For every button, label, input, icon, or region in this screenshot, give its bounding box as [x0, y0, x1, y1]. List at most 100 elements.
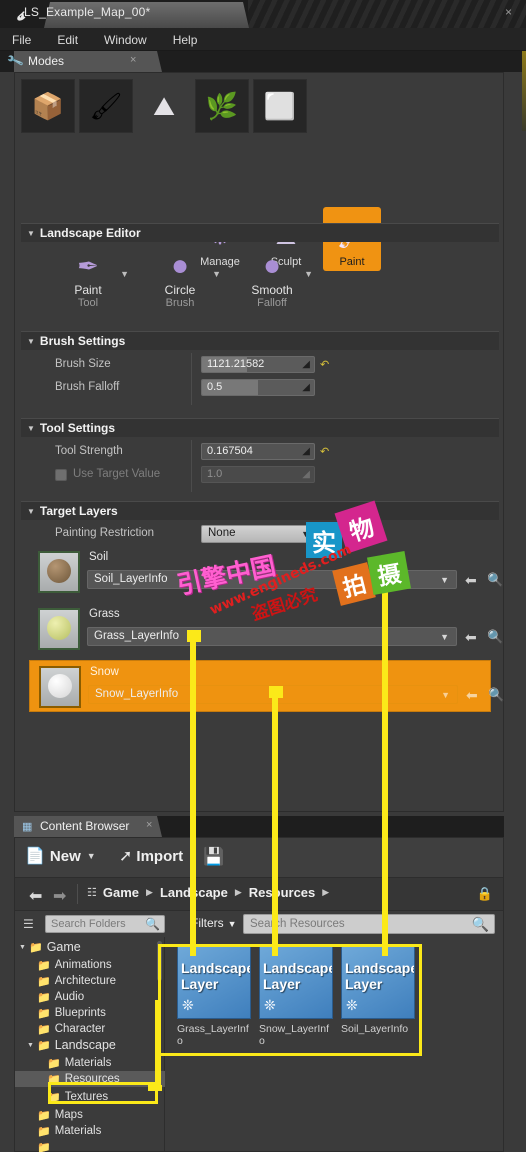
- brush-falloff-input[interactable]: 0.5 ◢: [201, 379, 315, 396]
- browse-icon[interactable]: 🔍: [487, 629, 503, 645]
- tree-item-landscape-materials[interactable]: 📁 Materials: [15, 1055, 165, 1071]
- toggle-sources-icon[interactable]: ☰: [23, 917, 34, 931]
- modes-tab-bar: 🔧 Modes ×: [0, 51, 526, 72]
- section-landscape-editor[interactable]: ▼ Landscape Editor: [21, 223, 499, 242]
- section-brush-settings-label: Brush Settings: [39, 334, 126, 348]
- target-layer-row-soil[interactable]: Soil Soil_LayerInfo ▼ ⬅ 🔍: [29, 546, 503, 598]
- menu-bar: File Edit Window Help: [0, 28, 526, 51]
- tree-item-materials[interactable]: 📁 Materials: [15, 1123, 165, 1139]
- layer-info-field[interactable]: Soil_LayerInfo ▼: [87, 570, 457, 589]
- lock-icon[interactable]: 🔒: [477, 886, 493, 902]
- section-target-layers[interactable]: ▼ Target Layers: [21, 501, 499, 520]
- sphere-preview: [48, 673, 72, 698]
- menu-item-window[interactable]: Window: [104, 33, 147, 47]
- tree-item-audio[interactable]: 📁 Audio: [15, 989, 165, 1005]
- tool-smooth-sublabel: Falloff: [257, 297, 287, 309]
- chevron-right-icon[interactable]: ▶: [146, 887, 153, 898]
- tool-smooth-falloff[interactable]: ● Smooth Falloff ▼: [241, 249, 313, 309]
- folder-icon: 📁: [37, 1023, 51, 1036]
- close-icon[interactable]: ×: [130, 54, 136, 66]
- brush-size-input[interactable]: 1121.21582 ◢: [201, 356, 315, 373]
- chevron-right-icon[interactable]: ▶: [322, 887, 329, 898]
- tree-item-character[interactable]: 📁 Character: [15, 1021, 165, 1037]
- cube-icon: ⬜: [263, 91, 297, 121]
- tree-item-architecture[interactable]: 📁 Architecture: [15, 973, 165, 989]
- chevron-down-icon: ▼: [27, 228, 35, 238]
- import-button[interactable]: ➚ Import: [119, 846, 183, 866]
- layer-info-value: Soil_LayerInfo: [94, 573, 168, 585]
- tree-item-partial[interactable]: 📁: [15, 1139, 165, 1152]
- tool-paint-label: Paint: [74, 283, 102, 297]
- breadcrumb-item-resources[interactable]: Resources: [249, 885, 315, 900]
- section-brush-settings[interactable]: ▼ Brush Settings: [21, 331, 499, 350]
- tree-item-label: Architecture: [54, 975, 117, 987]
- chevron-down-icon[interactable]: ▼: [120, 269, 129, 279]
- section-target-layers-label: Target Layers: [39, 504, 118, 518]
- mode-button-paint[interactable]: 🖌: [79, 79, 133, 133]
- reset-icon[interactable]: ↶: [320, 358, 329, 371]
- tool-circle-brush[interactable]: ● Circle Brush ▼: [149, 249, 221, 309]
- nav-forward-icon[interactable]: ➡: [53, 886, 66, 906]
- tool-strength-input[interactable]: 0.167504 ◢: [201, 443, 315, 460]
- chevron-down-icon[interactable]: ▼: [441, 690, 450, 700]
- painting-restriction-select[interactable]: None ▼: [201, 525, 317, 543]
- tree-item-animations[interactable]: 📁 Animations: [15, 957, 165, 973]
- browse-icon[interactable]: 🔍: [487, 572, 503, 588]
- tool-paint[interactable]: ✒ Paint Tool ▼: [57, 249, 129, 309]
- tree-item-maps[interactable]: 📁 Maps: [15, 1107, 165, 1123]
- tree-item-blueprints[interactable]: 📁 Blueprints: [15, 1005, 165, 1021]
- layer-info-field[interactable]: Grass_LayerInfo ▼: [87, 627, 457, 646]
- breadcrumb-item-game[interactable]: Game: [103, 885, 139, 900]
- chevron-down-icon[interactable]: ▼: [440, 632, 449, 642]
- modes-panel: 📦 🖌 ⛰ 🌿 ⬜ ⚙ Manage ⛰ Sculpt: [14, 72, 504, 812]
- chevron-down-icon[interactable]: ▼: [19, 944, 29, 951]
- row-use-target-value: Use Target Value 1.0 ◢: [21, 466, 499, 486]
- tree-item-landscape[interactable]: ▼ 📁 Landscape: [15, 1037, 165, 1053]
- chevron-down-icon[interactable]: ▼: [27, 1042, 37, 1049]
- spinner-icon[interactable]: ◢: [302, 359, 310, 370]
- close-icon[interactable]: ×: [146, 819, 152, 831]
- annotation-elbow-vertical: [155, 1000, 161, 1088]
- filters-button[interactable]: Filters ▼: [191, 916, 237, 930]
- mode-button-foliage[interactable]: 🌿: [195, 79, 249, 133]
- section-tool-settings-label: Tool Settings: [39, 421, 116, 435]
- annotation-line-soil: [382, 580, 388, 956]
- spinner-icon[interactable]: ◢: [302, 446, 310, 457]
- browse-icon[interactable]: 🔍: [488, 687, 504, 703]
- menu-item-edit[interactable]: Edit: [57, 33, 78, 47]
- breadcrumb: ☷ Game ▶ Landscape ▶ Resources ▶: [87, 885, 336, 900]
- spinner-icon[interactable]: ◢: [302, 382, 310, 393]
- search-icon: 🔍: [471, 916, 489, 932]
- mode-button-geometry[interactable]: ⬜: [253, 79, 307, 133]
- tree-item-game[interactable]: ▼ 📁 Game: [15, 939, 165, 955]
- mode-button-place[interactable]: 📦: [21, 79, 75, 133]
- chevron-down-icon[interactable]: ▼: [440, 575, 449, 585]
- use-selected-asset-icon[interactable]: ⬅: [465, 572, 477, 589]
- target-layer-row-snow[interactable]: Snow Snow_LayerInfo ▼ ⬅ 🔍: [29, 660, 504, 712]
- sphere-preview: [47, 615, 71, 640]
- row-tool-strength: Tool Strength 0.167504 ◢ ↶: [21, 443, 499, 463]
- list-icon[interactable]: ☷: [87, 886, 97, 899]
- save-all-icon[interactable]: 💾: [203, 847, 224, 867]
- section-tool-settings[interactable]: ▼ Tool Settings: [21, 418, 499, 437]
- menu-item-file[interactable]: File: [12, 33, 31, 47]
- sphere-preview: [47, 558, 71, 583]
- nav-back-icon[interactable]: ⬅: [29, 886, 42, 906]
- target-layer-row-grass[interactable]: Grass Grass_LayerInfo ▼ ⬅ 🔍: [29, 603, 503, 655]
- use-target-value-checkbox[interactable]: [55, 469, 67, 481]
- brush-size-value: 1121.21582: [207, 358, 265, 370]
- chevron-down-icon[interactable]: ▼: [304, 269, 313, 279]
- search-folders-input[interactable]: Search Folders 🔍: [45, 915, 165, 933]
- mode-button-landscape[interactable]: ⛰: [137, 79, 191, 133]
- close-icon[interactable]: ×: [505, 5, 512, 19]
- use-selected-asset-icon[interactable]: ⬅: [465, 629, 477, 646]
- new-asset-icon: 📄: [25, 848, 45, 865]
- content-browser-tab-bar: ▦ Content Browser ×: [14, 816, 504, 837]
- chevron-right-icon[interactable]: ▶: [235, 887, 242, 898]
- use-selected-asset-icon[interactable]: ⬅: [466, 687, 478, 704]
- search-resources-input[interactable]: Search Resources 🔍: [243, 914, 495, 934]
- new-button[interactable]: 📄 New ▼: [25, 846, 96, 866]
- menu-item-help[interactable]: Help: [173, 33, 198, 47]
- chevron-down-icon[interactable]: ▼: [212, 269, 221, 279]
- reset-icon[interactable]: ↶: [320, 445, 329, 458]
